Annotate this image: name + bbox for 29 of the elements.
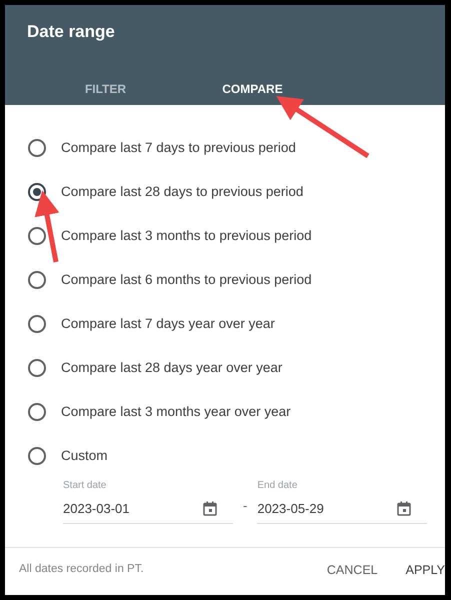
option-label[interactable]: Compare last 3 months to previous period: [61, 226, 312, 246]
option-label[interactable]: Compare last 28 days to previous period: [61, 182, 304, 202]
option-label[interactable]: Compare last 28 days year over year: [61, 358, 282, 378]
date-field[interactable]: 2023-05-29: [257, 499, 398, 518]
field-label: Start date: [63, 479, 108, 493]
radio-button[interactable]: [28, 447, 46, 465]
dialog-title: Date range: [26, 21, 116, 42]
cancel-button[interactable]: CANCEL: [326, 560, 378, 580]
option-label[interactable]: Compare last 7 days to previous period: [61, 138, 296, 158]
date-field[interactable]: 2023-03-01: [63, 499, 203, 518]
option-label[interactable]: Custom: [61, 446, 108, 466]
footer-note: All dates recorded in PT.: [19, 562, 145, 578]
option-label[interactable]: Compare last 3 months year over year: [61, 402, 291, 422]
calendar-icon[interactable]: [203, 501, 217, 516]
radio-button[interactable]: [28, 227, 46, 245]
radio-button[interactable]: [28, 183, 46, 201]
radio-button[interactable]: [28, 359, 46, 377]
apply-button[interactable]: APPLY: [406, 560, 445, 580]
calendar-icon[interactable]: [397, 501, 412, 516]
option-label[interactable]: Compare last 6 months to previous period: [61, 270, 312, 290]
radio-button[interactable]: [28, 139, 46, 157]
field-label: End date: [257, 479, 298, 493]
range-separator: -: [243, 497, 248, 515]
radio-button[interactable]: [28, 315, 46, 333]
radio-button[interactable]: [28, 271, 46, 289]
tab[interactable]: FILTER: [32, 71, 179, 109]
tab[interactable]: COMPARE: [179, 71, 326, 109]
option-label[interactable]: Compare last 7 days year over year: [61, 314, 275, 334]
radio-button[interactable]: [28, 403, 46, 421]
